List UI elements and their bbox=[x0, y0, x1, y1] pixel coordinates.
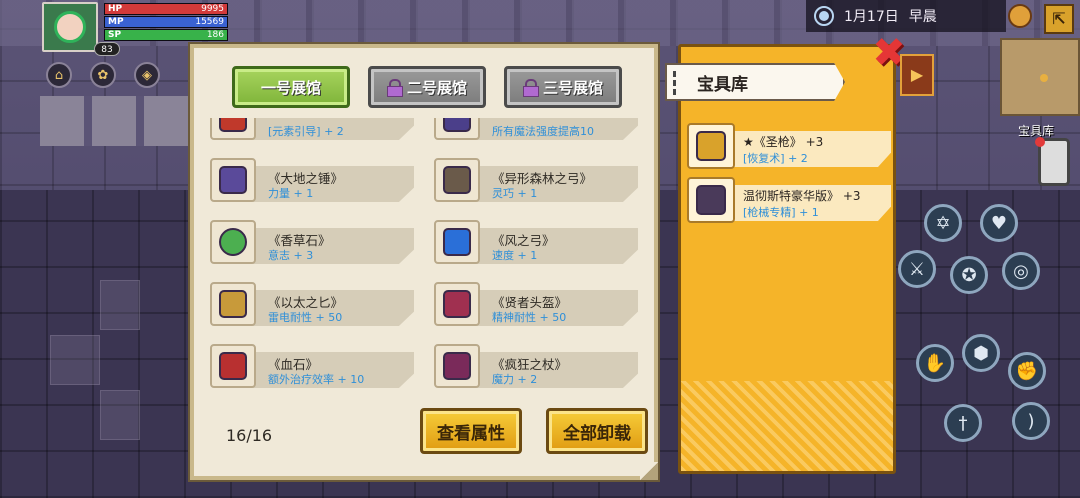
tab-hall-3-label: 三号展馆 bbox=[542, 78, 603, 97]
item-stat: 雷电耐性 + 50 bbox=[268, 311, 343, 324]
vortex-skill-icon[interactable]: ◎ bbox=[1002, 252, 1040, 290]
blood-stone-icon bbox=[219, 352, 247, 380]
exhibit-item[interactable]: 《异形森林之弓》 灵巧 + 1 bbox=[434, 158, 640, 202]
hud-icons: ⌂ ✿ ◈ bbox=[46, 62, 160, 88]
item-stat: 额外治疗效率 + 10 bbox=[268, 373, 365, 386]
exhibit-list[interactable]: [元素引导] + 2 所有魔法强度提高10 《大地之锤》 力量 + 1 《异形森… bbox=[208, 118, 644, 444]
mp-bar: MP 15569 bbox=[104, 16, 228, 28]
exhibit-item[interactable]: 《大地之锤》 力量 + 1 bbox=[210, 158, 416, 202]
hp-label: HP bbox=[108, 4, 123, 14]
vault-item[interactable]: 温彻斯特豪华版》 +3 [枪械专精] + 1 bbox=[687, 177, 891, 223]
armor-skill-icon[interactable]: ⚔ bbox=[898, 250, 936, 288]
shield-skill-icon[interactable]: ⬢ bbox=[962, 334, 1000, 372]
minimap-label: 宝具库 bbox=[1018, 124, 1055, 138]
dagger-icon bbox=[219, 290, 247, 318]
dpad[interactable] bbox=[50, 280, 190, 440]
notebook-spiral-icon bbox=[673, 71, 687, 95]
holy-spear-icon bbox=[696, 131, 726, 161]
wall-blocks-left bbox=[40, 96, 190, 146]
exhibit-item[interactable]: [元素引导] + 2 bbox=[210, 118, 416, 140]
exhibit-item[interactable]: 《血石》 额外治疗效率 + 10 bbox=[210, 344, 416, 388]
heart-skill-icon[interactable]: ♥ bbox=[980, 204, 1018, 242]
exhibit-item[interactable]: 所有魔法强度提高10 bbox=[434, 118, 640, 140]
staff-icon bbox=[443, 118, 471, 132]
sword-skill-icon[interactable]: † bbox=[944, 404, 982, 442]
exhibit-count: 16/16 bbox=[226, 426, 273, 445]
hp-bar: HP 9995 bbox=[104, 3, 228, 15]
exhibit-item[interactable]: 《风之弓》 速度 + 1 bbox=[434, 220, 640, 264]
item-name: ★《圣枪》 +3 bbox=[743, 135, 824, 149]
view-attributes-button[interactable]: 查看属性 bbox=[420, 408, 522, 454]
home-icon[interactable]: ⌂ bbox=[46, 62, 72, 88]
item-stat: 所有魔法强度提高10 bbox=[492, 125, 594, 138]
bow-skill-icon[interactable]: ) bbox=[1012, 402, 1050, 440]
bow-icon bbox=[443, 166, 471, 194]
hammer-icon bbox=[219, 166, 247, 194]
item-stat: 灵巧 + 1 bbox=[492, 187, 538, 200]
item-stat: 魔力 + 2 bbox=[492, 373, 538, 386]
date-day: 1月17日 bbox=[844, 9, 899, 25]
item-stat: 意志 + 3 bbox=[268, 249, 314, 262]
unload-all-button[interactable]: 全部卸载 bbox=[546, 408, 648, 454]
play-icon[interactable]: ▶ bbox=[900, 54, 934, 96]
rifle-icon bbox=[696, 185, 726, 215]
hexagram-skill-icon[interactable]: ✡ bbox=[924, 204, 962, 242]
exhibit-item[interactable]: 《以太之匕》 雷电耐性 + 50 bbox=[210, 282, 416, 326]
item-name: 温彻斯特豪华版》 +3 bbox=[743, 189, 861, 203]
sp-bar: SP 186 bbox=[104, 29, 228, 41]
player-hud: HP 9995 MP 15569 SP 186 83 bbox=[42, 2, 228, 58]
tab-hall-3[interactable]: 三号展馆 bbox=[504, 66, 622, 108]
vault-title-text: 宝具库 bbox=[697, 74, 748, 95]
item-stat: [元素引导] + 2 bbox=[268, 125, 344, 138]
dpad-up[interactable] bbox=[100, 280, 140, 330]
lock-icon bbox=[386, 79, 403, 97]
mp-label: MP bbox=[108, 17, 124, 27]
item-stat: [枪械专精] + 1 bbox=[743, 206, 819, 219]
pet-icon[interactable]: ✿ bbox=[90, 62, 116, 88]
sp-value: 186 bbox=[206, 30, 224, 40]
exhibit-item[interactable]: 《贤者头盔》 精神耐性 + 50 bbox=[434, 282, 640, 326]
helmet-icon bbox=[443, 290, 471, 318]
exhibit-item[interactable]: 《香草石》 意志 + 3 bbox=[210, 220, 416, 264]
mp-value: 15569 bbox=[195, 17, 224, 27]
item-stat: [恢复术] + 2 bbox=[743, 152, 808, 165]
vault-pattern bbox=[681, 381, 893, 471]
globe-icon[interactable] bbox=[1008, 4, 1032, 28]
level-badge: 83 bbox=[94, 42, 120, 56]
vault-title: 宝具库 bbox=[665, 63, 845, 101]
sp-label: SP bbox=[108, 30, 122, 40]
page-fold bbox=[640, 462, 658, 480]
wand-icon bbox=[219, 118, 247, 132]
stone-icon bbox=[219, 228, 247, 256]
dpad-down[interactable] bbox=[100, 390, 140, 440]
tab-hall-1-label: 一号展馆 bbox=[260, 78, 321, 97]
item-stat: 精神耐性 + 50 bbox=[492, 311, 567, 324]
hp-value: 9995 bbox=[201, 4, 224, 14]
mace-icon bbox=[443, 352, 471, 380]
vault-item[interactable]: ★《圣枪》 +3 [恢复术] + 2 bbox=[687, 123, 891, 169]
exit-icon[interactable]: ⇱ bbox=[1044, 4, 1074, 34]
fist-skill-icon[interactable]: ✊ bbox=[1008, 352, 1046, 390]
tab-hall-2[interactable]: 二号展馆 bbox=[368, 66, 486, 108]
lock-icon bbox=[522, 79, 539, 97]
claw-skill-icon[interactable]: ✋ bbox=[916, 344, 954, 382]
player-marker bbox=[1040, 74, 1048, 82]
pentagram-skill-icon[interactable]: ✪ bbox=[950, 256, 988, 294]
tab-hall-1[interactable]: 一号展馆 bbox=[232, 66, 350, 108]
item-stat: 速度 + 1 bbox=[492, 249, 538, 262]
museum-panel: 一号展馆 二号展馆 三号展馆 [元素引导] + 2 所有魔法强度提高10 《大地… bbox=[190, 44, 658, 480]
phone-icon[interactable] bbox=[1035, 137, 1070, 186]
date-widget: 1月17日 早晨 bbox=[806, 0, 1006, 32]
sun-icon bbox=[814, 6, 834, 26]
treasure-vault-panel: 宝具库 ★《圣枪》 +3 [恢复术] + 2 温彻斯特豪华版》 +3 [枪械专精… bbox=[665, 44, 896, 474]
minimap[interactable] bbox=[1000, 38, 1080, 116]
wind-bow-icon bbox=[443, 228, 471, 256]
exhibit-item[interactable]: 《疯狂之杖》 魔力 + 2 bbox=[434, 344, 640, 388]
dpad-left[interactable] bbox=[50, 335, 100, 385]
avatar[interactable] bbox=[42, 2, 98, 52]
badge-icon[interactable]: ◈ bbox=[134, 62, 160, 88]
tab-hall-2-label: 二号展馆 bbox=[406, 78, 467, 97]
date-period: 早晨 bbox=[908, 9, 937, 25]
item-stat: 力量 + 1 bbox=[268, 187, 314, 200]
